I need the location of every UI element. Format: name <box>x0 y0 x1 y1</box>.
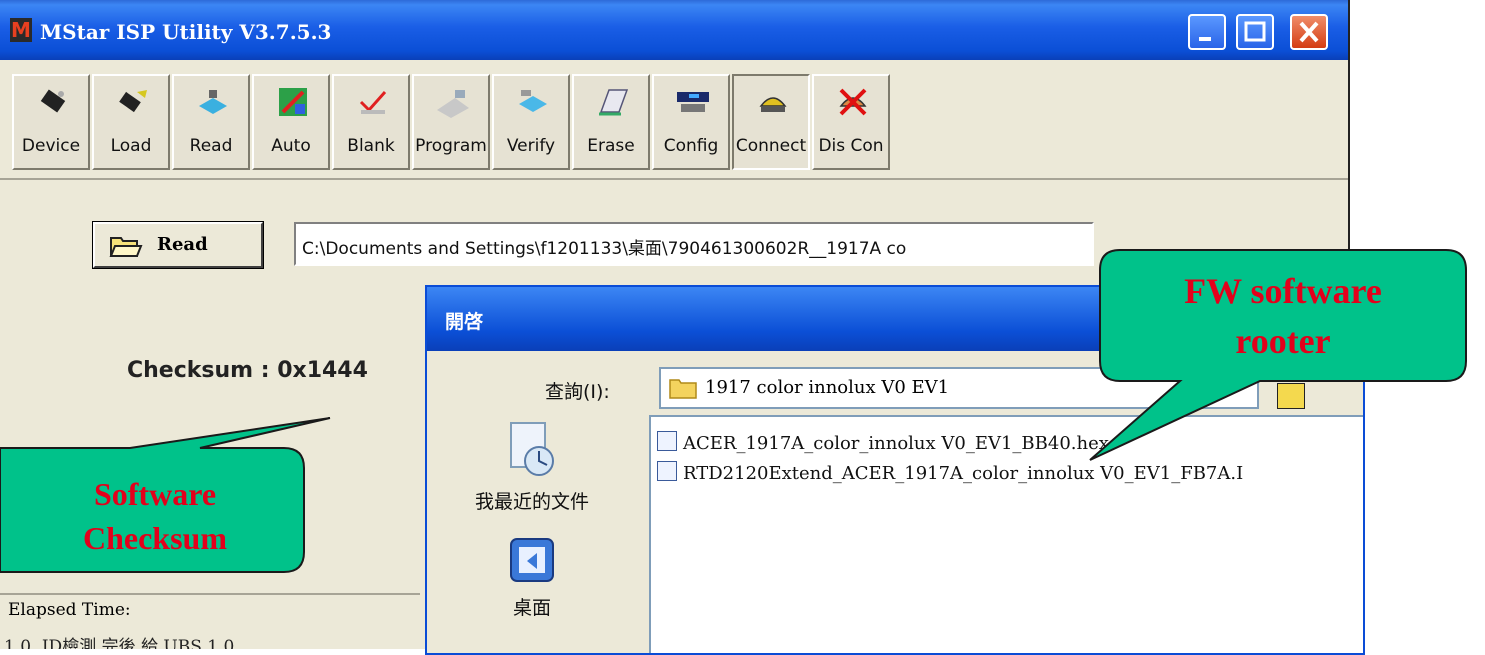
load-label: Load <box>110 136 152 156</box>
chip-icon <box>40 89 66 113</box>
erase-icon <box>599 89 629 116</box>
load-button[interactable]: Load <box>92 74 170 170</box>
maximize-button[interactable] <box>1236 14 1274 50</box>
read-tool-button[interactable]: Read <box>172 74 250 170</box>
minimize-button[interactable] <box>1188 14 1226 50</box>
close-button[interactable] <box>1290 14 1328 50</box>
fw-rooter-line1: FW software <box>1184 271 1382 311</box>
read-file-label: Read <box>157 234 208 255</box>
verify-button[interactable]: Verify <box>492 74 570 170</box>
blank-button[interactable]: Blank <box>332 74 410 170</box>
program-icon <box>437 90 469 118</box>
read-icon <box>199 90 227 114</box>
fw-rooter-callout-text: FW software rooter <box>1100 266 1466 366</box>
config-icon <box>677 92 709 112</box>
dialog-title: 開啓 <box>445 311 484 333</box>
elapsed-time-label: Elapsed Time: <box>8 600 131 620</box>
connect-label: Connect <box>735 136 807 156</box>
window-title: MStar ISP Utility V3.7.5.3 <box>40 20 332 44</box>
folder-icon <box>669 379 697 399</box>
desktop-icon <box>510 538 554 582</box>
app-logo-icon: M <box>10 18 32 42</box>
program-label: Program <box>415 136 487 156</box>
toolbar: Device Load Read Auto Blank Program Veri… <box>0 60 1348 180</box>
verify-label: Verify <box>506 136 556 156</box>
file-path-field[interactable]: C:\Documents and Settings\f1201133\桌面\79… <box>294 222 1094 266</box>
disconnect-button[interactable]: Dis Con <box>812 74 890 170</box>
software-checksum-line2: Checksum <box>82 520 227 556</box>
config-label: Config <box>663 136 719 156</box>
fw-rooter-line2: rooter <box>1235 321 1331 361</box>
disconnect-label: Dis Con <box>818 136 884 156</box>
config-button[interactable]: Config <box>652 74 730 170</box>
recent-documents-label: 我最近的文件 <box>474 491 589 513</box>
title-bar[interactable]: M MStar ISP Utility V3.7.5.3 <box>0 0 1348 60</box>
erase-label: Erase <box>587 136 635 156</box>
hex-file-icon <box>657 431 677 451</box>
device-button[interactable]: Device <box>12 74 90 170</box>
device-label: Device <box>21 136 81 156</box>
status-line: 1.0. ID檢測 完後 給 UBS 1.0 <box>4 637 235 649</box>
places-recent-documents[interactable]: 我最近的文件 <box>467 419 597 514</box>
chip-load-icon <box>119 90 147 113</box>
read-tool-label: Read <box>189 136 233 156</box>
places-desktop[interactable]: 桌面 <box>467 537 597 620</box>
software-checksum-line1: Software <box>93 476 217 512</box>
look-in-label: 查詢(I): <box>545 381 610 403</box>
minimize-icon <box>1199 37 1211 41</box>
read-file-button[interactable]: Read <box>93 222 263 268</box>
auto-icon <box>279 88 307 116</box>
checksum-value: Checksum : 0x1444 <box>127 358 368 383</box>
hex-file-icon <box>657 461 677 481</box>
open-folder-icon <box>109 237 143 257</box>
auto-label: Auto <box>271 136 311 156</box>
look-in-value: 1917 color innolux V0 EV1 <box>705 377 950 398</box>
list-item[interactable]: ACER_1917A_color_innolux V0_EV1_BB40.hex <box>657 431 1109 459</box>
connect-icon <box>759 97 787 112</box>
erase-button[interactable]: Erase <box>572 74 650 170</box>
blank-check-icon <box>359 91 387 114</box>
auto-button[interactable]: Auto <box>252 74 330 170</box>
blank-label: Blank <box>347 136 395 156</box>
connect-button[interactable]: Connect <box>732 74 810 170</box>
file-name: ACER_1917A_color_innolux V0_EV1_BB40.hex <box>683 433 1109 454</box>
desktop-label: 桌面 <box>512 597 551 619</box>
program-button[interactable]: Program <box>412 74 490 170</box>
verify-icon <box>519 90 547 112</box>
maximize-icon <box>1244 21 1266 42</box>
close-icon <box>1299 21 1319 43</box>
disconnect-icon <box>839 88 867 116</box>
recent-documents-icon <box>510 422 554 476</box>
software-checksum-callout-text: Software Checksum <box>20 472 290 560</box>
